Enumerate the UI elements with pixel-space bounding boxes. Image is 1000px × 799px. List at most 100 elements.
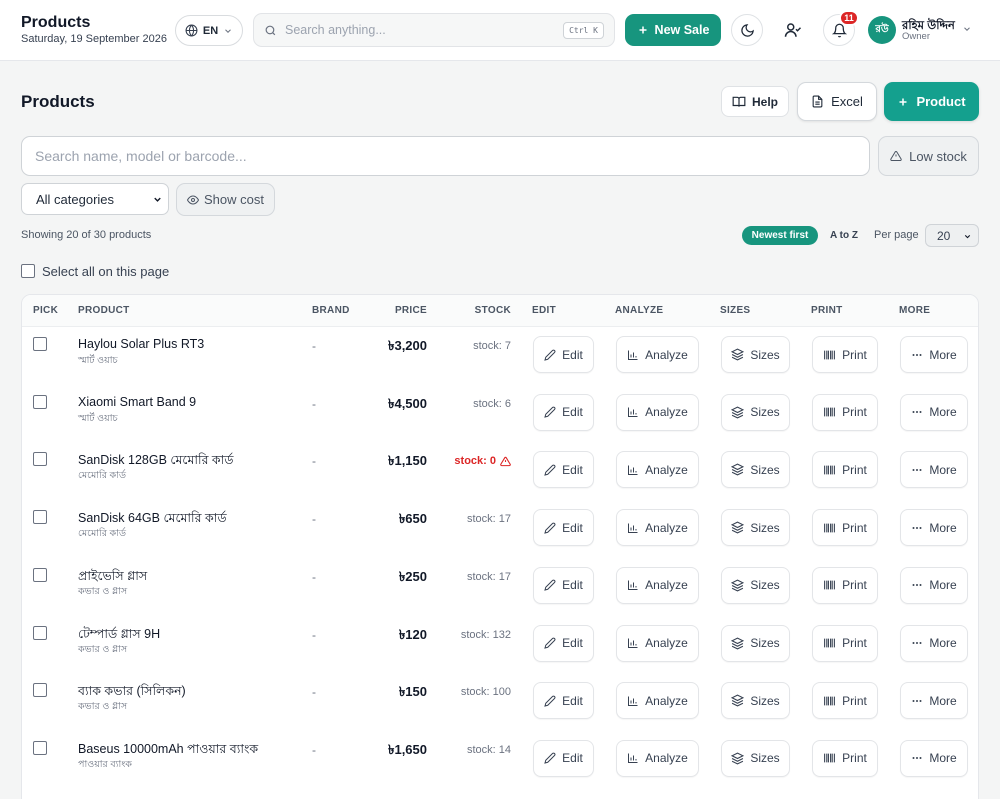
sizes-button[interactable]: Sizes: [721, 509, 790, 547]
edit-button[interactable]: Edit: [533, 509, 594, 547]
analyze-button[interactable]: Analyze: [616, 682, 699, 720]
edit-button[interactable]: Edit: [533, 566, 594, 604]
row-checkbox[interactable]: [33, 510, 47, 525]
select-all-checkbox[interactable]: [21, 264, 35, 278]
row-checkbox[interactable]: [33, 567, 47, 582]
more-button[interactable]: More: [900, 682, 968, 720]
product-name[interactable]: Xiaomi Smart Band 9: [78, 395, 196, 409]
edit-button[interactable]: Edit: [533, 624, 594, 662]
analyze-button[interactable]: Analyze: [616, 739, 699, 777]
analyze-button[interactable]: Analyze: [616, 393, 699, 431]
bar-chart-icon: [627, 349, 639, 361]
product-search-input[interactable]: Search name, model or barcode...: [21, 136, 870, 176]
sizes-button[interactable]: Sizes: [721, 566, 790, 604]
sizes-button[interactable]: Sizes: [721, 393, 790, 431]
sort-newest-button[interactable]: Newest first: [742, 226, 818, 245]
print-label: Print: [842, 405, 867, 420]
row-checkbox[interactable]: [33, 683, 47, 698]
user-switch-button[interactable]: [777, 14, 809, 46]
print-label: Print: [842, 578, 867, 593]
stock-value: stock: 17: [466, 513, 511, 526]
row-checkbox[interactable]: [33, 337, 47, 351]
barcode-icon: [823, 579, 836, 591]
pencil-icon: [544, 695, 556, 707]
sizes-button[interactable]: Sizes: [721, 451, 790, 489]
analyze-button[interactable]: Analyze: [616, 566, 699, 604]
plus-icon: [897, 96, 909, 108]
excel-export-button[interactable]: Excel: [797, 82, 877, 121]
more-button[interactable]: More: [900, 336, 968, 373]
category-selected-value: All categories: [36, 191, 115, 207]
bar-chart-icon: [627, 695, 639, 707]
more-button[interactable]: More: [900, 566, 968, 604]
edit-label: Edit: [562, 636, 583, 650]
sort-az-button[interactable]: A to Z: [830, 230, 858, 241]
sizes-button[interactable]: Sizes: [721, 682, 790, 720]
analyze-label: Analyze: [645, 405, 688, 420]
low-stock-filter-button[interactable]: Low stock: [878, 136, 979, 176]
sizes-button[interactable]: Sizes: [721, 336, 790, 373]
sizes-button[interactable]: Sizes: [721, 739, 790, 777]
more-button[interactable]: More: [900, 739, 968, 777]
edit-button[interactable]: Edit: [533, 393, 594, 431]
add-product-button[interactable]: Product: [884, 82, 979, 121]
pencil-icon: [544, 579, 556, 592]
new-sale-button[interactable]: New Sale: [625, 14, 721, 46]
edit-button[interactable]: Edit: [533, 682, 594, 720]
product-name[interactable]: Haylou Solar Plus RT3: [78, 337, 204, 351]
analyze-button[interactable]: Analyze: [616, 509, 699, 547]
help-button[interactable]: Help: [721, 86, 789, 117]
show-cost-toggle[interactable]: Show cost: [176, 183, 275, 216]
print-label: Print: [842, 520, 867, 535]
print-label: Print: [842, 636, 867, 650]
print-label: Print: [842, 462, 867, 477]
row-checkbox[interactable]: [33, 394, 47, 409]
print-button[interactable]: Print: [812, 336, 878, 373]
avatar[interactable]: রউ: [868, 16, 896, 44]
table-row: Xiaomi Smart Band 9 স্মার্ট ওয়াচ - ৳4,500 s…: [22, 385, 978, 443]
column-header-analyze: ANALYZE: [615, 305, 664, 316]
print-button[interactable]: Print: [812, 739, 878, 777]
more-button[interactable]: More: [900, 509, 968, 547]
product-price: ৳4,500: [387, 395, 427, 411]
stock-value: stock: 0: [454, 455, 496, 468]
new-sale-label: New Sale: [654, 23, 710, 37]
global-search-input[interactable]: Search anything... Ctrl K: [253, 13, 615, 47]
product-stock: stock: 17: [467, 571, 511, 583]
row-checkbox[interactable]: [33, 625, 47, 640]
edit-button[interactable]: Edit: [533, 451, 594, 489]
analyze-button[interactable]: Analyze: [616, 451, 699, 489]
category-select[interactable]: All categories: [21, 183, 169, 215]
edit-label: Edit: [562, 578, 583, 593]
edit-button[interactable]: Edit: [533, 739, 594, 777]
analyze-button[interactable]: Analyze: [616, 624, 699, 662]
chevron-down-icon[interactable]: [962, 24, 972, 34]
language-selector[interactable]: EN: [175, 15, 243, 46]
print-button[interactable]: Print: [812, 393, 878, 431]
per-page-select[interactable]: 20: [925, 224, 979, 247]
print-button[interactable]: Print: [812, 451, 878, 489]
select-all-label[interactable]: Select all on this page: [42, 264, 169, 279]
print-button[interactable]: Print: [812, 509, 878, 547]
product-stock: stock: 132: [461, 629, 511, 641]
more-button[interactable]: More: [900, 451, 968, 489]
row-checkbox[interactable]: [33, 740, 47, 755]
more-button[interactable]: More: [900, 393, 968, 431]
product-brand: -: [312, 569, 316, 584]
pencil-icon: [544, 637, 556, 649]
print-button[interactable]: Print: [812, 624, 878, 662]
theme-toggle-button[interactable]: [731, 14, 763, 46]
product-brand: -: [312, 454, 316, 469]
print-button[interactable]: Print: [812, 566, 878, 604]
language-label: EN: [202, 24, 219, 37]
more-horizontal-icon: [911, 349, 923, 361]
print-button[interactable]: Print: [812, 682, 878, 720]
row-checkbox[interactable]: [33, 452, 47, 467]
analyze-button[interactable]: Analyze: [616, 336, 699, 373]
sizes-button[interactable]: Sizes: [721, 624, 790, 662]
more-button[interactable]: More: [900, 624, 968, 662]
stock-value: stock: 132: [460, 628, 511, 641]
barcode-icon: [823, 349, 836, 361]
edit-button[interactable]: Edit: [533, 336, 594, 373]
more-label: More: [929, 578, 957, 593]
